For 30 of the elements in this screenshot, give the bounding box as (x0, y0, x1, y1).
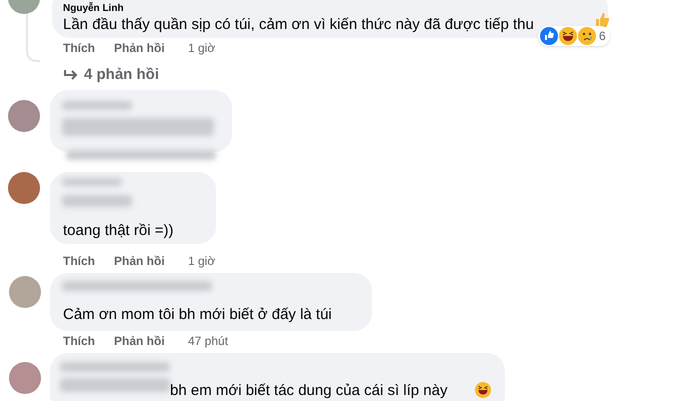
like-link[interactable]: Thích (63, 39, 95, 57)
reactions-pill[interactable]: 6 (538, 26, 610, 46)
blurred-block (62, 101, 132, 110)
avatar[interactable] (9, 362, 41, 394)
laughing-emoji-icon (475, 382, 491, 398)
reply-link[interactable]: Phản hồi (114, 332, 165, 350)
comment-time: 1 giờ (188, 253, 216, 270)
avatar[interactable] (8, 172, 40, 204)
comment-time: 1 giờ (188, 40, 216, 57)
avatar[interactable] (9, 276, 41, 308)
comment-text: toang thật rồi =)) (63, 221, 174, 241)
crying-emoji-icon (578, 27, 596, 45)
thumbs-up-icon (594, 12, 610, 28)
comment-text: bh em mới biết tác dung của cái sì líp này (170, 381, 448, 401)
avatar[interactable] (8, 100, 40, 132)
comment-text: Cảm ơn mom tôi bh mới biết ở đấy là túi (63, 305, 332, 325)
blurred-block (62, 178, 122, 186)
reply-link[interactable]: Phản hồi (114, 252, 165, 270)
reply-link[interactable]: Phản hồi (114, 39, 165, 57)
comment-text: Lần đầu thấy quần sịp có túi, cảm ơn vì kiến thức này đã được tiếp thu (63, 15, 534, 35)
replies-link[interactable]: 4 phản hồi (64, 64, 159, 86)
like-link[interactable]: Thích (63, 252, 95, 270)
like-link[interactable]: Thích (63, 332, 95, 350)
reaction-count: 6 (598, 28, 607, 45)
laughing-emoji-icon (559, 27, 577, 45)
like-reaction-icon (540, 27, 558, 45)
blurred-block (62, 195, 132, 207)
author-name[interactable]: Nguyễn Linh (63, 2, 124, 15)
comment-time: 47 phút (188, 333, 228, 350)
reply-arrow-icon (64, 69, 78, 82)
